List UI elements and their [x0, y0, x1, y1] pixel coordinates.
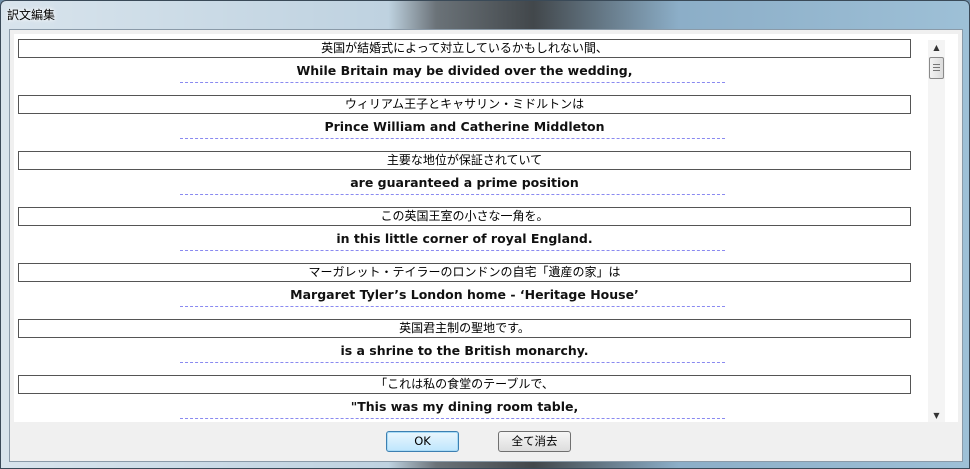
target-underline: [180, 362, 725, 363]
list-item: 英国君主制の聖地です。 is a shrine to the British m…: [14, 314, 958, 370]
dialog-window: 訳文編集 英国が結婚式によって対立しているかもしれない間、 While Brit…: [0, 0, 970, 469]
source-text-field[interactable]: この英国王室の小さな一角を。: [18, 207, 911, 226]
grip-line: [933, 64, 940, 65]
translation-list: 英国が結婚式によって対立しているかもしれない間、 While Britain m…: [14, 34, 958, 422]
target-text[interactable]: Prince William and Catherine Middleton: [14, 119, 915, 134]
target-underline: [180, 306, 725, 307]
window-title: 訳文編集: [7, 8, 56, 22]
source-text-field[interactable]: 「これは私の食堂のテーブルで、: [18, 375, 911, 394]
target-text[interactable]: in this little corner of royal England.: [14, 231, 915, 246]
ok-button[interactable]: OK: [386, 431, 459, 452]
title-bar[interactable]: 訳文編集: [1, 1, 969, 29]
source-text-field[interactable]: ウィリアム王子とキャサリン・ミドルトンは: [18, 95, 911, 114]
target-text[interactable]: are guaranteed a prime position: [14, 175, 915, 190]
target-underline: [180, 82, 725, 83]
scroll-down-icon[interactable]: ▼: [928, 408, 945, 422]
target-underline: [180, 250, 725, 251]
vertical-scrollbar[interactable]: ▲ ▼: [928, 40, 945, 422]
target-underline: [180, 194, 725, 195]
list-item: マーガレット・テイラーのロンドンの自宅「遺産の家」は Margaret Tyle…: [14, 258, 958, 314]
scroll-thumb[interactable]: [929, 57, 944, 79]
source-text-field[interactable]: 英国君主制の聖地です。: [18, 319, 911, 338]
list-item: ウィリアム王子とキャサリン・ミドルトンは Prince William and …: [14, 90, 958, 146]
list-item: この英国王室の小さな一角を。 in this little corner of …: [14, 202, 958, 258]
grip-line: [933, 67, 940, 68]
target-text[interactable]: Margaret Tyler’s London home - ‘Heritage…: [14, 287, 915, 302]
source-text-field[interactable]: 主要な地位が保証されていて: [18, 151, 911, 170]
target-text[interactable]: "This was my dining room table,: [14, 399, 915, 414]
scroll-up-icon[interactable]: ▲: [928, 40, 945, 56]
target-text[interactable]: is a shrine to the British monarchy.: [14, 343, 915, 358]
list-item: 主要な地位が保証されていて are guaranteed a prime pos…: [14, 146, 958, 202]
grip-line: [933, 70, 940, 71]
target-underline: [180, 418, 725, 419]
source-text-field[interactable]: マーガレット・テイラーのロンドンの自宅「遺産の家」は: [18, 263, 911, 282]
list-item: 「これは私の食堂のテーブルで、 "This was my dining room…: [14, 370, 958, 422]
list-item: 英国が結婚式によって対立しているかもしれない間、 While Britain m…: [14, 34, 958, 90]
dialog-client-area: 英国が結婚式によって対立しているかもしれない間、 While Britain m…: [9, 29, 963, 462]
clear-all-button[interactable]: 全て消去: [498, 431, 571, 452]
target-underline: [180, 138, 725, 139]
source-text-field[interactable]: 英国が結婚式によって対立しているかもしれない間、: [18, 39, 911, 58]
target-text[interactable]: While Britain may be divided over the we…: [14, 63, 915, 78]
